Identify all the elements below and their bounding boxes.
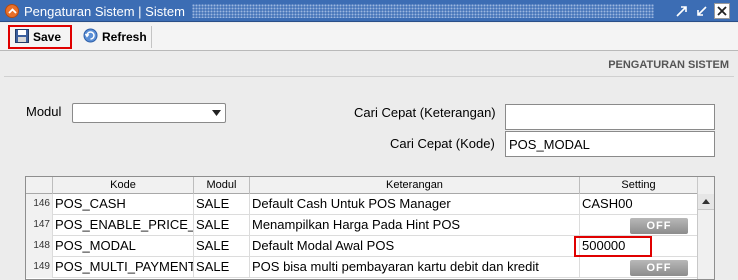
cari-kode-label: Cari Cepat (Kode): [390, 136, 495, 151]
setting-toggle[interactable]: OFF: [630, 260, 688, 276]
refresh-label: Refresh: [102, 30, 147, 44]
save-button[interactable]: Save: [8, 25, 72, 49]
modul-cell[interactable]: SALE: [194, 194, 250, 215]
setting-cell[interactable]: CASH00: [580, 194, 698, 215]
kode-cell[interactable]: POS_CASH: [53, 194, 194, 215]
divider: [4, 76, 734, 77]
modul-cell[interactable]: SALE: [194, 215, 250, 236]
toolbar: Save Refresh: [0, 23, 738, 51]
content-panel: PENGATURAN SISTEM Modul Cari Cepat (Kete…: [0, 51, 738, 280]
restore-icon[interactable]: [674, 3, 690, 19]
keterangan-cell[interactable]: Default Cash Untuk POS Manager: [250, 194, 580, 215]
table-row[interactable]: 149 POS_MULTI_PAYMENT SALE POS bisa mult…: [26, 257, 698, 278]
title-bar: Pengaturan Sistem | Sistem: [0, 0, 738, 22]
scroll-up-icon[interactable]: [698, 194, 714, 210]
maximize-icon[interactable]: [694, 3, 710, 19]
cari-kode-input[interactable]: [505, 131, 715, 157]
header-modul[interactable]: Modul: [194, 177, 250, 194]
highlight-box: [574, 236, 652, 257]
section-title: PENGATURAN SISTEM: [608, 59, 729, 71]
kode-cell[interactable]: POS_MODAL: [53, 236, 194, 257]
keterangan-cell[interactable]: Menampilkan Harga Pada Hint POS: [250, 215, 580, 236]
modul-cell[interactable]: SALE: [194, 257, 250, 278]
modul-select[interactable]: [72, 103, 226, 123]
row-number: 147: [26, 215, 53, 236]
kode-cell[interactable]: POS_ENABLE_PRICE_: [53, 215, 194, 236]
floppy-disk-icon: [15, 28, 29, 46]
grid-header: Kode Modul Keterangan Setting: [26, 177, 698, 194]
header-rownum: [26, 177, 53, 194]
refresh-icon: [83, 28, 98, 46]
settings-grid: Kode Modul Keterangan Setting 146 POS_CA…: [25, 176, 715, 280]
header-kode[interactable]: Kode: [53, 177, 194, 194]
keterangan-cell[interactable]: POS bisa multi pembayaran kartu debit da…: [250, 257, 580, 278]
close-icon[interactable]: [714, 3, 730, 19]
cari-keterangan-input[interactable]: [505, 104, 715, 130]
header-keterangan[interactable]: Keterangan: [250, 177, 580, 194]
row-number: 148: [26, 236, 53, 257]
window-title: Pengaturan Sistem | Sistem: [24, 4, 185, 19]
vertical-scrollbar[interactable]: [697, 177, 714, 279]
chevron-down-icon: [212, 110, 221, 116]
title-bar-texture: [192, 4, 654, 18]
keterangan-cell[interactable]: Default Modal Awal POS: [250, 236, 580, 257]
refresh-button[interactable]: Refresh: [78, 26, 152, 48]
modul-label: Modul: [26, 104, 62, 119]
table-row[interactable]: 146 POS_CASH SALE Default Cash Untuk POS…: [26, 194, 698, 215]
row-number: 146: [26, 194, 53, 215]
setting-toggle[interactable]: OFF: [630, 218, 688, 234]
modul-cell[interactable]: SALE: [194, 236, 250, 257]
table-row[interactable]: 147 POS_ENABLE_PRICE_ SALE Menampilkan H…: [26, 215, 698, 236]
row-number: 149: [26, 257, 53, 278]
app-icon: [5, 4, 19, 18]
kode-cell[interactable]: POS_MULTI_PAYMENT: [53, 257, 194, 278]
cari-keterangan-label: Cari Cepat (Keterangan): [354, 105, 496, 120]
save-label: Save: [33, 30, 62, 44]
header-setting[interactable]: Setting: [580, 177, 698, 194]
